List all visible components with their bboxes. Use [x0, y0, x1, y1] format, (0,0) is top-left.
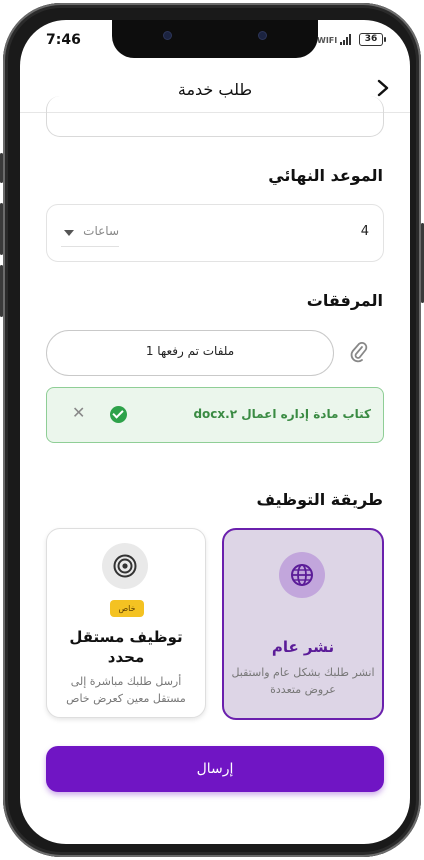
attachments-title: المرفقات: [306, 291, 383, 310]
phone-frame: 7:46 WIFI 36 طلب خدمة الموعد النهائي 4 س…: [0, 3, 424, 857]
volume-down-button: [0, 265, 3, 317]
battery-icon: 36: [359, 33, 386, 46]
mute-switch: [0, 153, 3, 183]
description-field[interactable]: [46, 96, 384, 137]
submit-button[interactable]: إرسال: [46, 746, 384, 792]
paperclip-icon[interactable]: [348, 340, 370, 364]
status-time: 7:46: [46, 32, 81, 48]
check-circle-icon: [110, 406, 127, 423]
globe-icon-wrap: [279, 552, 325, 598]
file-name: كتاب مادة إداره اعمال ٢.docx: [193, 407, 371, 421]
notch: [112, 20, 318, 58]
option-public-desc: انشر طلبك بشكل عام واستقبل عروض متعددة: [231, 666, 375, 696]
deadline-title: الموعد النهائي: [268, 166, 383, 185]
hiring-method-title: طريقة التوظيف: [256, 490, 383, 509]
option-direct-hire[interactable]: خاص توظيف مستقل محدد أرسل طلبك مباشرة إل…: [46, 528, 206, 718]
sensor-icon: [259, 32, 266, 39]
option-direct-desc: أرسل طلبك مباشرة إلى مستقل معين كعرض خاص: [66, 675, 186, 705]
deadline-field[interactable]: 4 ساعات: [46, 204, 384, 262]
volume-up-button: [0, 203, 3, 255]
camera-icon: [164, 32, 171, 39]
upload-files-button[interactable]: 1 ملفات تم رفعها: [46, 330, 334, 376]
uploaded-files-label: 1 ملفات تم رفعها: [145, 344, 235, 358]
option-public-post[interactable]: نشر عام انشر طلبك بشكل عام واستقبل عروض …: [222, 528, 384, 720]
deadline-unit-select[interactable]: ساعات: [61, 220, 119, 247]
uploaded-file-item: كتاب مادة إداره اعمال ٢.docx ✕: [46, 387, 384, 443]
globe-icon: [291, 564, 313, 586]
caret-down-icon: [64, 230, 74, 236]
option-public-title: نشر عام: [271, 638, 335, 656]
target-icon: [113, 554, 137, 578]
chevron-right-icon: [377, 79, 389, 97]
deadline-value: 4: [360, 224, 369, 239]
screen: 7:46 WIFI 36 طلب خدمة الموعد النهائي 4 س…: [20, 20, 410, 844]
private-badge: خاص: [110, 600, 144, 617]
option-direct-title: توظيف مستقل محدد: [69, 628, 183, 666]
deadline-unit-label: ساعات: [83, 224, 119, 238]
wifi-icon: WIFI: [317, 36, 338, 45]
target-icon-wrap: [102, 543, 148, 589]
signal-icon: [340, 34, 354, 45]
remove-file-button[interactable]: ✕: [72, 403, 85, 422]
